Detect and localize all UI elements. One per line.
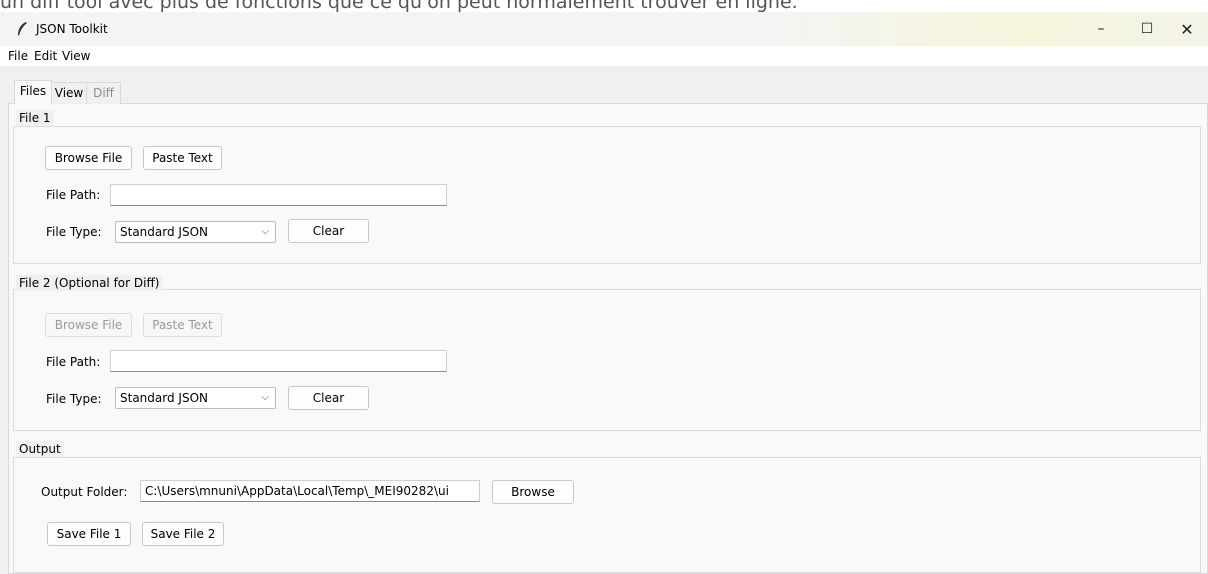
file1-clear-button[interactable]: Clear xyxy=(288,219,369,243)
output-title: Output xyxy=(16,441,64,457)
output-browse-button[interactable]: Browse xyxy=(492,480,574,504)
window-title: JSON Toolkit xyxy=(36,22,108,36)
file2-paste-button: Paste Text xyxy=(143,313,222,337)
menu-view[interactable]: View xyxy=(62,48,90,64)
output-folder-label: Output Folder: xyxy=(41,485,128,499)
file2-type-label: File Type: xyxy=(46,392,102,406)
menu-edit[interactable]: Edit xyxy=(34,48,57,64)
file1-path-input[interactable] xyxy=(110,184,447,206)
file1-title: File 1 xyxy=(16,110,54,126)
file1-type-select[interactable]: Standard JSON ⌵ xyxy=(115,221,276,243)
feather-icon xyxy=(18,22,27,36)
file1-type-label: File Type: xyxy=(46,225,102,239)
file1-path-label: File Path: xyxy=(46,188,101,202)
file1-browse-button[interactable]: Browse File xyxy=(45,146,132,170)
save-file2-button[interactable]: Save File 2 xyxy=(142,522,224,546)
chevron-down-icon: ⌵ xyxy=(261,392,269,403)
file2-path-input[interactable] xyxy=(110,350,447,372)
close-button[interactable]: ✕ xyxy=(1164,12,1208,46)
menu-file[interactable]: File xyxy=(8,48,28,64)
file1-paste-button[interactable]: Paste Text xyxy=(143,146,222,170)
minimize-button[interactable]: – xyxy=(1078,12,1124,46)
file2-path-label: File Path: xyxy=(46,355,101,369)
title-bar: JSON Toolkit – ☐ ✕ xyxy=(0,12,1208,46)
save-file1-button[interactable]: Save File 1 xyxy=(47,522,131,546)
caption-text: un diff tool avec plus de fonctions que … xyxy=(0,0,798,12)
output-folder-input[interactable]: C:\Users\mnuni\AppData\Local\Temp\_MEI90… xyxy=(140,480,480,502)
output-group xyxy=(13,457,1201,573)
tab-files[interactable]: Files xyxy=(14,80,52,104)
file2-clear-button[interactable]: Clear xyxy=(288,386,369,410)
tab-view[interactable]: View xyxy=(52,82,87,104)
file2-title: File 2 (Optional for Diff) xyxy=(16,275,163,291)
file2-type-value: Standard JSON xyxy=(120,391,208,405)
tab-diff: Diff xyxy=(87,82,121,104)
file2-type-select[interactable]: Standard JSON ⌵ xyxy=(115,387,276,409)
file1-type-value: Standard JSON xyxy=(120,225,208,239)
file2-browse-button: Browse File xyxy=(45,313,132,337)
chevron-down-icon: ⌵ xyxy=(261,226,269,237)
menu-bar: File Edit View xyxy=(0,46,1208,66)
main-area: Files View Diff File 1 Browse File Paste… xyxy=(0,66,1208,574)
